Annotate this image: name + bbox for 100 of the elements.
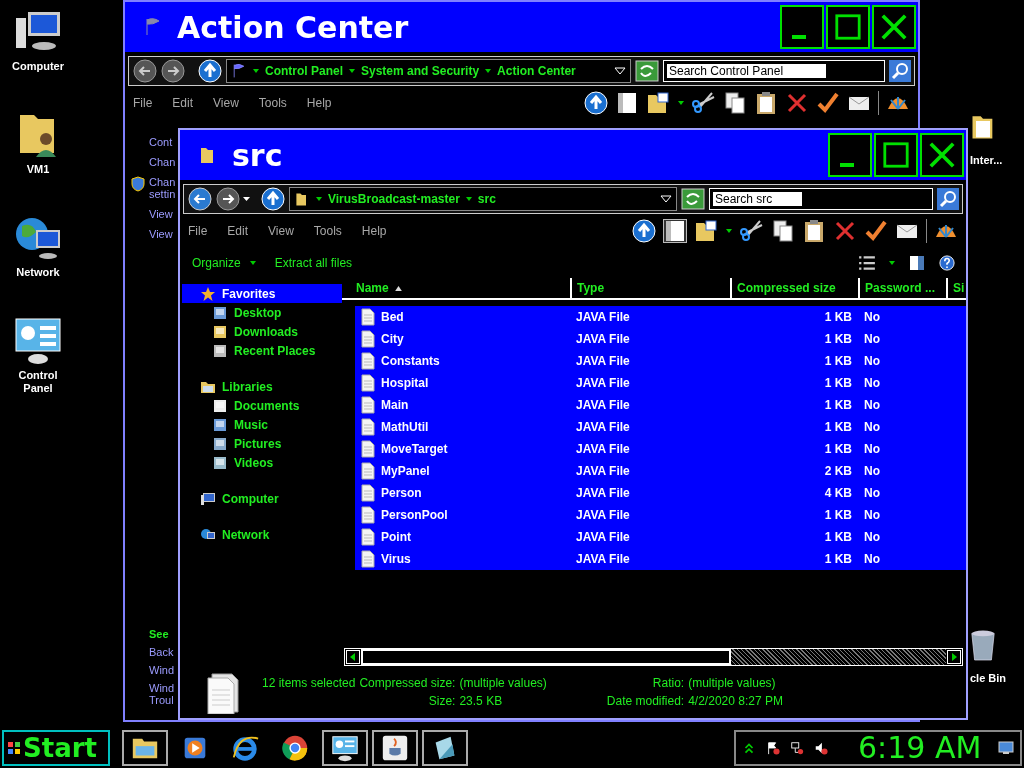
file-row[interactable]: Constants JAVA File 1 KB No: [355, 350, 966, 372]
desktop-icon-label[interactable]: Control Panel: [3, 369, 73, 395]
scissors-icon[interactable]: [740, 219, 764, 243]
link[interactable]: Chan: [149, 156, 178, 168]
nav-item[interactable]: Computer: [182, 489, 342, 508]
menu-item[interactable]: View: [213, 96, 239, 110]
nav-item[interactable]: Downloads: [182, 322, 342, 341]
check-icon[interactable]: [816, 91, 840, 115]
search-icon[interactable]: [889, 60, 911, 82]
breadcrumb-link[interactable]: System and Security: [361, 64, 480, 78]
menu-item[interactable]: View: [268, 224, 294, 238]
chevron-icon[interactable]: [252, 67, 260, 75]
menu-item[interactable]: Edit: [227, 224, 249, 238]
column-header[interactable]: Compressed size: [732, 278, 860, 298]
desktop-icon-label[interactable]: Computer: [3, 60, 73, 73]
scrollbar-thumb[interactable]: [361, 649, 731, 665]
folder-icon[interactable]: [694, 219, 718, 243]
refresh-icon[interactable]: [635, 60, 659, 82]
link[interactable]: Wind Troul: [149, 682, 178, 706]
cross-icon[interactable]: [833, 219, 857, 243]
minimize-button[interactable]: [828, 133, 872, 177]
menu-item[interactable]: Tools: [313, 224, 342, 238]
refresh-icon[interactable]: [681, 188, 705, 210]
pane-icon[interactable]: [908, 255, 926, 271]
nav-item[interactable]: Favorites: [182, 284, 342, 303]
link[interactable]: View: [149, 228, 178, 240]
file-row[interactable]: Main JAVA File 1 KB No: [355, 394, 966, 416]
breadcrumb-link[interactable]: Action Center: [497, 64, 576, 78]
chevron-icon[interactable]: [348, 67, 356, 75]
menu-item[interactable]: Help: [306, 96, 332, 110]
clipboard-icon[interactable]: [802, 219, 826, 243]
breadcrumb-link[interactable]: VirusBroadcast-master: [328, 192, 460, 206]
file-row[interactable]: MathUtil JAVA File 1 KB No: [355, 416, 966, 438]
column-header[interactable]: Name: [342, 278, 572, 298]
caret-icon[interactable]: [725, 227, 733, 235]
nav-item[interactable]: Videos: [182, 453, 342, 472]
column-header[interactable]: Si: [948, 278, 966, 298]
copy-icon[interactable]: [771, 219, 795, 243]
preview-pane-icon[interactable]: [663, 219, 687, 243]
caret-icon[interactable]: [888, 259, 896, 267]
desktop-icon-label[interactable]: cle Bin: [970, 672, 1007, 685]
scissors-icon[interactable]: [692, 91, 716, 115]
file-row[interactable]: Virus JAVA File 1 KB No: [355, 548, 966, 570]
help-icon[interactable]: [938, 255, 956, 271]
check-icon[interactable]: [864, 219, 888, 243]
view-list-icon[interactable]: [858, 255, 876, 271]
nav-item[interactable]: Music: [182, 415, 342, 434]
chevron-icon[interactable]: [484, 67, 493, 75]
chevron-icon[interactable]: [315, 195, 323, 203]
maximize-button[interactable]: [826, 5, 870, 49]
file-row[interactable]: MyPanel JAVA File 2 KB No: [355, 460, 966, 482]
search-icon[interactable]: [937, 188, 959, 210]
horizontal-scrollbar[interactable]: [344, 648, 963, 666]
command-button[interactable]: Organize: [192, 256, 257, 270]
menu-item[interactable]: Help: [361, 224, 387, 238]
file-row[interactable]: MoveTarget JAVA File 1 KB No: [355, 438, 966, 460]
file-row[interactable]: City JAVA File 1 KB No: [355, 328, 966, 350]
taskbar-button[interactable]: [122, 729, 168, 766]
network-icon[interactable]: [790, 740, 804, 755]
control-panel-icon[interactable]: [14, 317, 62, 365]
address-field[interactable]: VirusBroadcast-master src: [289, 187, 677, 211]
address-field[interactable]: Control Panel System and Security Action Center: [226, 59, 631, 83]
link[interactable]: Chan settin: [149, 176, 178, 200]
nav-item[interactable]: Network: [182, 525, 342, 544]
desktop-icon-label[interactable]: Network: [3, 266, 73, 279]
link[interactable]: Cont: [149, 136, 178, 148]
file-row[interactable]: Hospital JAVA File 1 KB No: [355, 372, 966, 394]
desktop-icon-label[interactable]: Inter...: [970, 154, 1003, 167]
menu-item[interactable]: Edit: [172, 96, 194, 110]
nav-item[interactable]: Pictures: [182, 434, 342, 453]
file-row[interactable]: PersonPool JAVA File 1 KB No: [355, 504, 966, 526]
scroll-right-icon[interactable]: [947, 650, 961, 664]
show-desktop-icon[interactable]: [998, 740, 1014, 755]
taskbar-button[interactable]: [322, 729, 368, 766]
menu-item[interactable]: Tools: [258, 96, 287, 110]
nav-item[interactable]: Documents: [182, 396, 342, 415]
menu-item[interactable]: File: [133, 96, 153, 110]
breadcrumb-link[interactable]: src: [477, 192, 496, 206]
back-forward-buttons[interactable]: [132, 58, 188, 84]
nav-item[interactable]: Libraries: [182, 377, 342, 396]
folder-icon[interactable]: [646, 91, 670, 115]
nav-item[interactable]: Recent Places: [182, 341, 342, 360]
search-field[interactable]: Search src: [713, 192, 802, 206]
column-header[interactable]: Type: [572, 278, 732, 298]
chevron-icon[interactable]: [464, 195, 473, 203]
file-row[interactable]: Bed JAVA File 1 KB No: [355, 306, 966, 328]
copy-icon[interactable]: [723, 91, 747, 115]
file-row[interactable]: Person JAVA File 4 KB No: [355, 482, 966, 504]
clock[interactable]: 6:19 AM: [858, 730, 982, 765]
taskbar-button[interactable]: [422, 729, 468, 766]
link[interactable]: Wind: [149, 664, 178, 676]
clipboard-icon[interactable]: [754, 91, 778, 115]
search-field[interactable]: Search Control Panel: [667, 64, 826, 78]
close-button[interactable]: [872, 5, 916, 49]
flag-icon[interactable]: [766, 740, 780, 755]
desktop-icon-label[interactable]: VM1: [3, 163, 73, 176]
speaker-muted-icon[interactable]: [814, 740, 828, 755]
start-button[interactable]: Start: [2, 729, 110, 766]
caret-icon[interactable]: [677, 99, 685, 107]
maximize-button[interactable]: [874, 133, 918, 177]
